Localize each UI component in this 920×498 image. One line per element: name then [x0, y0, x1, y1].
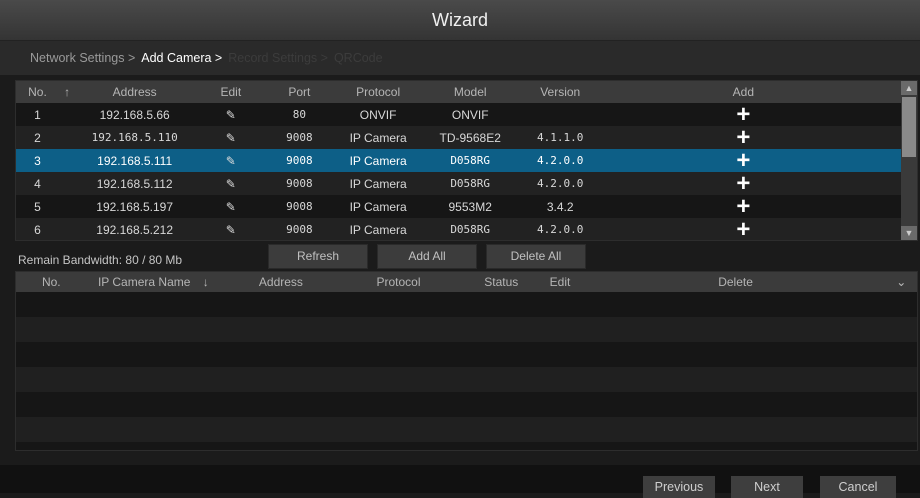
- next-button[interactable]: Next: [731, 476, 803, 498]
- col-no[interactable]: No.: [16, 81, 59, 103]
- col-protocol[interactable]: Protocol: [329, 272, 468, 292]
- cancel-button[interactable]: Cancel: [820, 476, 896, 498]
- pencil-icon[interactable]: ✎: [226, 154, 236, 168]
- searched-camera-table: No. ↑ Address Edit Port Protocol Model V…: [15, 80, 918, 241]
- step-network-settings[interactable]: Network Settings >: [30, 51, 135, 65]
- col-protocol[interactable]: Protocol: [331, 81, 425, 103]
- camera-row[interactable]: 6 192.168.5.212 ✎ 9008 IP Camera D058RG …: [16, 216, 903, 240]
- added-table-header: No. IP Camera Name ↓ Address Protocol St…: [16, 272, 917, 292]
- empty-row: [16, 392, 917, 417]
- delete-all-button[interactable]: Delete All: [486, 244, 586, 269]
- col-model[interactable]: Model: [425, 81, 515, 103]
- plus-icon[interactable]: +: [736, 216, 750, 240]
- col-version[interactable]: Version: [515, 81, 605, 103]
- camera-row[interactable]: 4 192.168.5.112 ✎ 9008 IP Camera D058RG …: [16, 171, 903, 195]
- pencil-icon[interactable]: ✎: [226, 223, 236, 237]
- scroll-up-icon[interactable]: ▲: [901, 81, 917, 95]
- step-add-camera[interactable]: Add Camera >: [141, 51, 222, 65]
- footer-bar: Previous Next Cancel: [0, 465, 920, 498]
- window-title-bar: Wizard: [0, 0, 920, 41]
- col-camera-name[interactable]: IP Camera Name: [87, 272, 202, 292]
- action-bar: Remain Bandwidth: 80 / 80 Mb Refresh Add…: [15, 243, 918, 271]
- pencil-icon[interactable]: ✎: [226, 177, 236, 191]
- wizard-steps: Network Settings > Add Camera > Record S…: [0, 41, 920, 75]
- sort-down-icon[interactable]: ↓: [202, 272, 233, 292]
- camera-table-scrollbar[interactable]: ▲ ▼: [901, 81, 917, 240]
- pencil-icon[interactable]: ✎: [226, 131, 236, 145]
- scroll-down-icon[interactable]: ▼: [901, 226, 917, 240]
- chevron-down-icon[interactable]: ⌄: [885, 272, 917, 292]
- step-record-settings: Record Settings >: [228, 51, 328, 65]
- col-delete: Delete: [718, 275, 753, 289]
- window-title: Wizard: [431, 10, 488, 30]
- add-all-button[interactable]: Add All: [377, 244, 477, 269]
- empty-row: [16, 367, 917, 392]
- col-status[interactable]: Status: [468, 272, 534, 292]
- col-edit: Edit: [549, 275, 571, 289]
- camera-row[interactable]: 2 192.168.5.110 ✎ 9008 IP Camera TD-9568…: [16, 125, 903, 149]
- pencil-icon[interactable]: ✎: [226, 200, 236, 214]
- empty-row: [16, 317, 917, 342]
- empty-row: [16, 442, 917, 450]
- sort-up-icon[interactable]: ↑: [59, 81, 75, 103]
- camera-row-selected[interactable]: 3 192.168.5.111 ✎ 9008 IP Camera D058RG …: [16, 148, 903, 172]
- main-content: No. ↑ Address Edit Port Protocol Model V…: [15, 80, 918, 451]
- col-edit: Edit: [220, 85, 242, 99]
- col-no[interactable]: No.: [16, 272, 87, 292]
- pencil-icon[interactable]: ✎: [226, 108, 236, 122]
- empty-row: [16, 417, 917, 442]
- remain-bandwidth: Remain Bandwidth: 80 / 80 Mb: [18, 253, 183, 267]
- refresh-button[interactable]: Refresh: [268, 244, 368, 269]
- col-address[interactable]: Address: [233, 272, 329, 292]
- step-qrcode: QRCode: [333, 51, 383, 65]
- camera-row[interactable]: 1 192.168.5.66 ✎ 80 ONVIF ONVIF +: [16, 102, 903, 126]
- scrollbar-thumb[interactable]: [902, 97, 916, 157]
- camera-row[interactable]: 5 192.168.5.197 ✎ 9008 IP Camera 9553M2 …: [16, 194, 903, 218]
- camera-table-header: No. ↑ Address Edit Port Protocol Model V…: [16, 81, 903, 103]
- col-address[interactable]: Address: [75, 81, 194, 103]
- previous-button[interactable]: Previous: [643, 476, 715, 498]
- added-camera-table: No. IP Camera Name ↓ Address Protocol St…: [15, 271, 918, 451]
- col-port[interactable]: Port: [268, 81, 331, 103]
- empty-row: [16, 342, 917, 367]
- empty-row: [16, 292, 917, 317]
